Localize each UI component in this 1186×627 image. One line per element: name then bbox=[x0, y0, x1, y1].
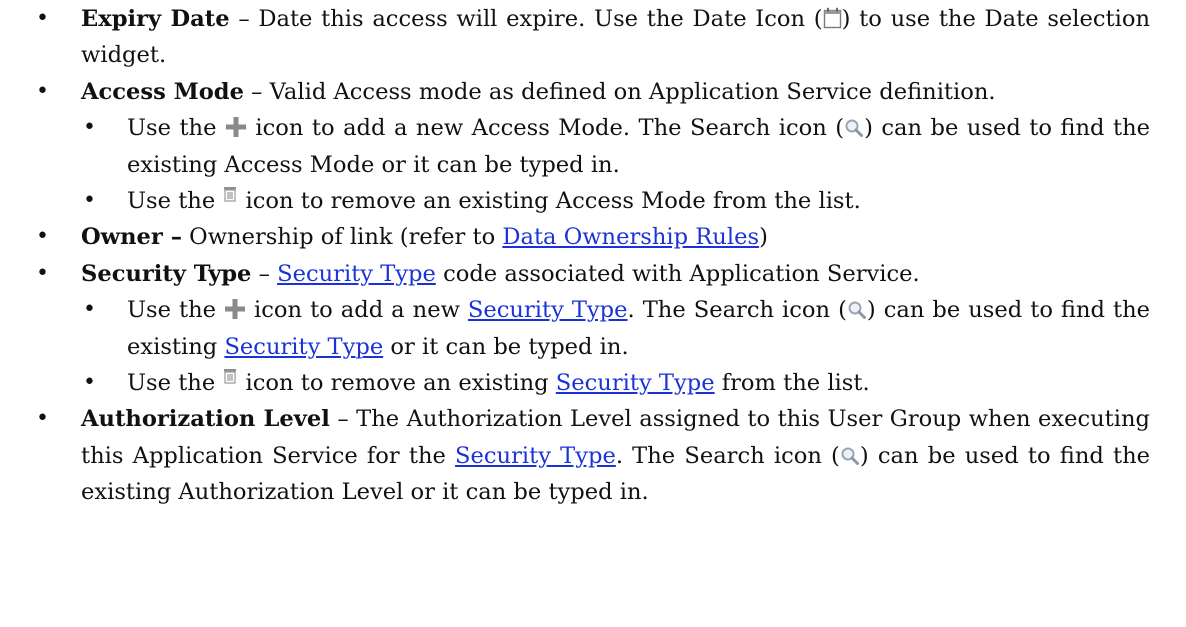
list-item-access-mode-add: • Use the icon to add a new Access Mode.… bbox=[0, 110, 1186, 183]
bullet: • bbox=[36, 78, 49, 104]
search-icon bbox=[844, 118, 864, 138]
term-expiry-date: Expiry Date bbox=[81, 6, 230, 32]
bullet: • bbox=[83, 370, 96, 396]
list-item-owner: • Owner – Ownership of link (refer to Da… bbox=[0, 219, 1186, 255]
plus-icon bbox=[224, 298, 246, 320]
bullet: • bbox=[83, 188, 96, 214]
field-list: • Expiry Date – Date this access will ex… bbox=[0, 1, 1186, 511]
list-item-expiry-date: • Expiry Date – Date this access will ex… bbox=[0, 1, 1186, 74]
document-body: • Expiry Date – Date this access will ex… bbox=[0, 0, 1186, 627]
trash-icon bbox=[222, 186, 238, 202]
calendar-icon bbox=[823, 7, 842, 29]
trash-icon bbox=[222, 368, 238, 384]
list-item-security-type-add: • Use the icon to add a new Security Typ… bbox=[0, 292, 1186, 365]
term-access-mode: Access Mode bbox=[81, 78, 244, 105]
list-item-access-mode: • Access Mode – Valid Access mode as def… bbox=[0, 74, 1186, 110]
security-type-link[interactable]: Security Type bbox=[277, 261, 436, 287]
bullet: • bbox=[83, 297, 96, 323]
plus-icon bbox=[225, 116, 247, 138]
bullet: • bbox=[36, 260, 49, 286]
list-item-authorization-level: • Authorization Level – The Authorizatio… bbox=[0, 401, 1186, 510]
search-icon bbox=[847, 300, 867, 320]
list-item-security-type: • Security Type – Security Type code ass… bbox=[0, 256, 1186, 292]
term-owner: Owner – bbox=[81, 224, 182, 251]
term-security-type: Security Type bbox=[81, 260, 252, 287]
search-icon bbox=[840, 446, 860, 466]
bullet: • bbox=[83, 115, 96, 141]
bullet: • bbox=[36, 6, 49, 31]
bullet: • bbox=[36, 224, 49, 250]
security-type-link[interactable]: Security Type bbox=[556, 370, 715, 396]
bullet: • bbox=[36, 406, 49, 432]
list-item-access-mode-remove: • Use the icon to remove an existing Acc… bbox=[0, 183, 1186, 219]
security-type-link[interactable]: Security Type bbox=[455, 443, 616, 469]
list-item-security-type-remove: • Use the icon to remove an existing Sec… bbox=[0, 365, 1186, 401]
security-type-link[interactable]: Security Type bbox=[224, 334, 383, 360]
security-type-link[interactable]: Security Type bbox=[468, 297, 628, 323]
term-authorization-level: Authorization Level bbox=[81, 406, 330, 433]
data-ownership-rules-link[interactable]: Data Ownership Rules bbox=[502, 224, 759, 250]
